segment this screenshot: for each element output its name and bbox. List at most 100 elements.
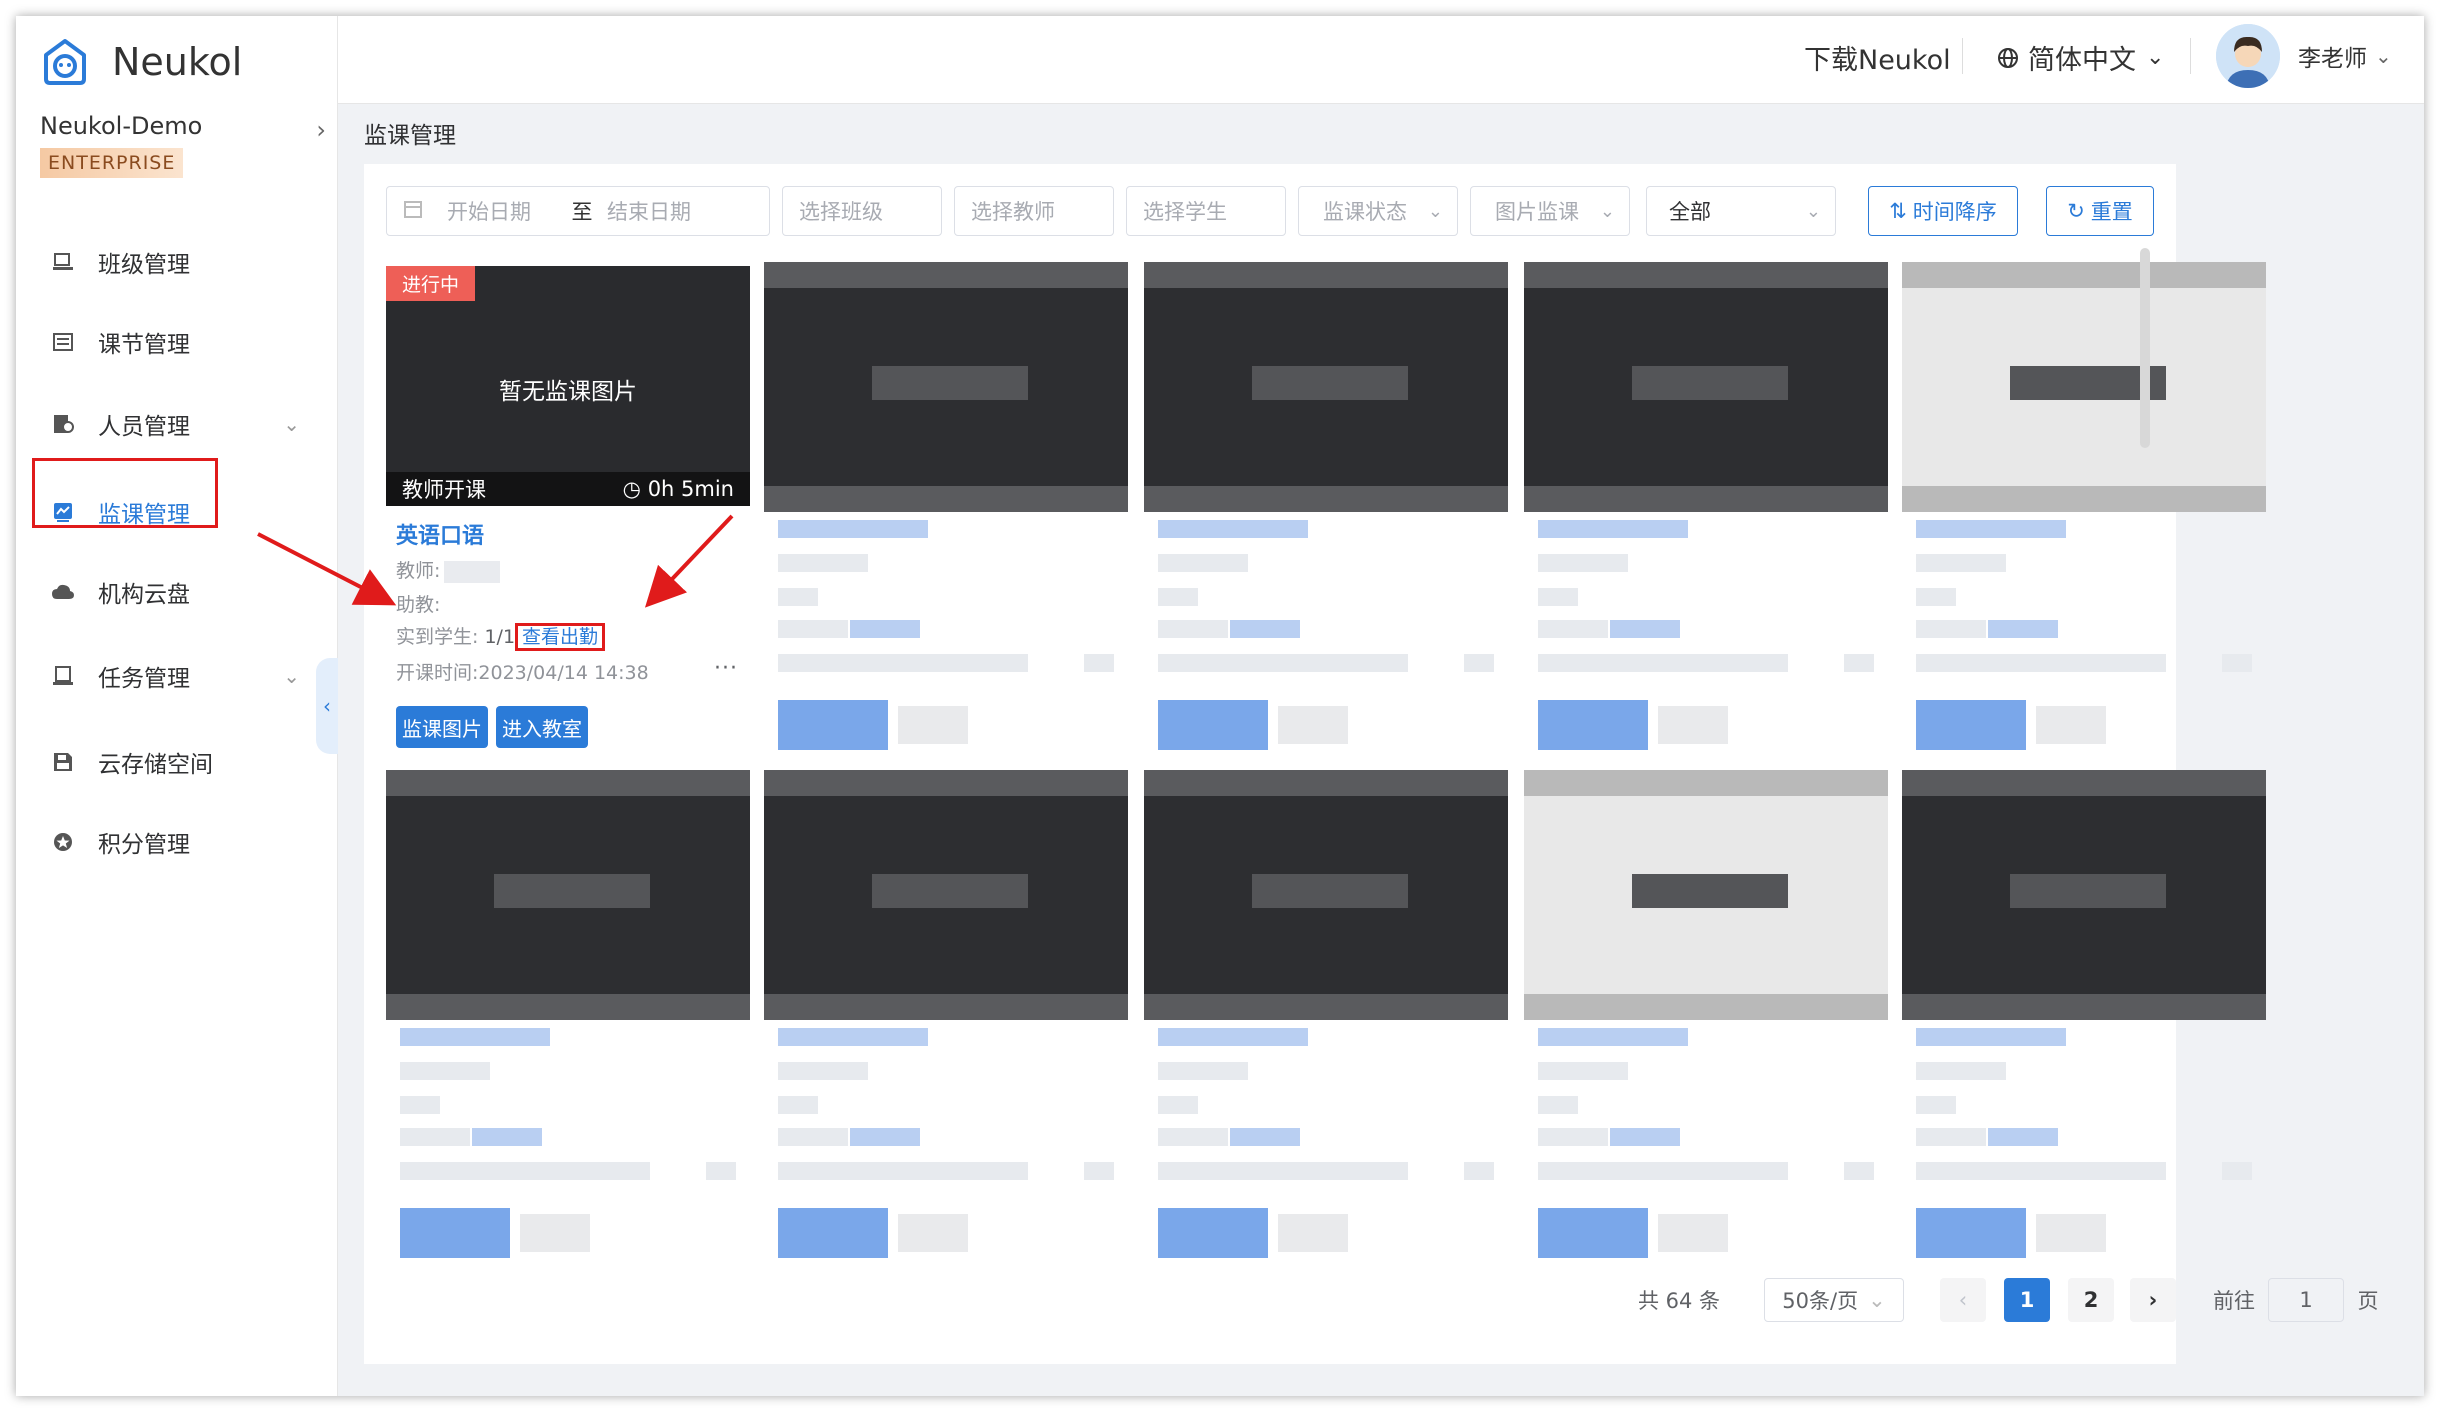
language-selector[interactable]: 简体中文 ⌄ xyxy=(1996,38,2164,77)
class-select-placeholder: 选择班级 xyxy=(799,200,883,224)
lesson-icon xyxy=(50,329,76,355)
blurred-lesson-card xyxy=(1524,262,1888,762)
blurred-lesson-card xyxy=(764,262,1128,762)
assistant-label: 助教: xyxy=(396,594,441,616)
blurred-lesson-card xyxy=(1144,262,1508,762)
avatar xyxy=(2216,24,2280,88)
app-name: Neukol xyxy=(112,40,243,84)
end-date-input[interactable]: 结束日期 xyxy=(607,196,691,226)
image-monitor-select[interactable]: 图片监课 ⌄ xyxy=(1470,186,1630,236)
sidebar-item-label: 人员管理 xyxy=(98,414,190,440)
teacher-select[interactable]: 选择教师 xyxy=(954,186,1114,236)
sidebar-item-task[interactable]: 任务管理 ⌄ xyxy=(16,646,336,706)
sidebar-item-label: 课节管理 xyxy=(98,332,190,358)
goto-label: 前往 xyxy=(2213,1289,2255,1313)
points-icon xyxy=(50,829,76,855)
sort-time-desc-button[interactable]: ⇅ 时间降序 xyxy=(1868,186,2018,236)
sidebar: Neukol Neukol-Demo › ENTERPRISE 班级管理 课节管… xyxy=(16,16,338,1396)
sort-button-label: 时间降序 xyxy=(1912,200,1997,224)
student-select[interactable]: 选择学生 xyxy=(1126,186,1286,236)
sidebar-item-storage[interactable]: 云存储空间 xyxy=(16,732,336,792)
goto-page-input[interactable]: 1 xyxy=(2268,1278,2344,1322)
monitor-images-button[interactable]: 监课图片 xyxy=(396,706,488,748)
divider xyxy=(1962,38,1963,74)
blurred-lesson-card xyxy=(1902,262,2266,762)
blurred-lesson-card xyxy=(386,770,750,1270)
blurred-lesson-card xyxy=(764,770,1128,1270)
sidebar-item-cloud[interactable]: 机构云盘 xyxy=(16,562,336,622)
sort-icon: ⇅ xyxy=(1889,199,1907,223)
page-title: 监课管理 xyxy=(364,123,456,149)
plan-badge: ENTERPRISE xyxy=(40,148,184,178)
view-attendance-link[interactable]: 查看出勤 xyxy=(515,623,606,651)
blurred-lesson-card xyxy=(1524,770,1888,1270)
start-date-input[interactable]: 开始日期 xyxy=(447,196,557,226)
chevron-right-icon: › xyxy=(316,116,326,144)
start-time-value: 2023/04/14 14:38 xyxy=(478,662,649,684)
sidebar-item-lesson[interactable]: 课节管理 xyxy=(16,312,336,372)
page-size-value: 50条/页 xyxy=(1782,1289,1859,1313)
page-1-button[interactable]: 1 xyxy=(2004,1278,2050,1322)
monitor-thumbnail[interactable]: 进行中 暂无监课图片 教师开课 ◷ 0h 5min xyxy=(386,266,750,506)
page-size-select[interactable]: 50条/页 ⌄ xyxy=(1764,1278,1904,1322)
annotation-highlight-box xyxy=(32,458,218,528)
chevron-left-icon: ‹ xyxy=(1958,1288,1968,1312)
reset-button-label: 重置 xyxy=(2090,200,2133,224)
sidebar-item-label: 云存储空间 xyxy=(98,752,213,778)
chevron-down-icon: ⌄ xyxy=(1599,200,1615,222)
class-select[interactable]: 选择班级 xyxy=(782,186,942,236)
org-name: Neukol-Demo xyxy=(40,112,203,140)
total-count: 共 64 条 xyxy=(1637,1289,1721,1313)
class-icon xyxy=(50,249,76,275)
chevron-down-icon: ⌄ xyxy=(1805,200,1821,222)
scope-select[interactable]: 全部 ⌄ xyxy=(1646,186,1836,236)
start-time-line: 开课时间:2023/04/14 14:38 xyxy=(396,658,649,685)
task-icon xyxy=(50,663,76,689)
page-2-button[interactable]: 2 xyxy=(2068,1278,2114,1322)
next-page-button[interactable]: › xyxy=(2130,1278,2176,1322)
storage-icon xyxy=(50,749,76,775)
teacher-line: 教师: xyxy=(396,556,501,583)
status-select-placeholder: 监课状态 xyxy=(1323,200,1407,224)
lesson-card: 进行中 暂无监课图片 教师开课 ◷ 0h 5min 英语口语 教师: 助教: 实… xyxy=(386,266,750,766)
image-monitor-placeholder: 图片监课 xyxy=(1495,200,1579,224)
sidebar-item-class[interactable]: 班级管理 xyxy=(16,232,336,292)
org-switcher[interactable]: Neukol-Demo › ENTERPRISE xyxy=(40,112,330,178)
globe-icon xyxy=(1998,47,2018,68)
sidebar-item-label: 积分管理 xyxy=(98,832,190,858)
page-suffix: 页 xyxy=(2357,1289,2379,1313)
chevron-down-icon: ⌄ xyxy=(1868,1288,1886,1312)
status-select[interactable]: 监课状态 ⌄ xyxy=(1298,186,1458,236)
duration-value: 0h 5min xyxy=(647,477,734,501)
thumbnail-footer: 教师开课 ◷ 0h 5min xyxy=(386,472,750,506)
sidebar-collapse-button[interactable]: ‹ xyxy=(316,658,338,754)
download-link[interactable]: 下载Neukol xyxy=(1804,38,1951,77)
teacher-select-placeholder: 选择教师 xyxy=(971,200,1055,224)
user-menu[interactable]: 李老师 ⌄ xyxy=(2216,24,2392,88)
sidebar-item-people[interactable]: 人员管理 ⌄ xyxy=(16,394,336,454)
cloud-icon xyxy=(50,579,76,605)
status-badge: 进行中 xyxy=(386,266,476,301)
top-header: 下载Neukol 简体中文 ⌄ 李老师 ⌄ xyxy=(338,16,2424,104)
calendar-icon xyxy=(403,199,423,224)
assistant-line: 助教: xyxy=(396,590,440,617)
monitor-panel: 开始日期 至 结束日期 选择班级 选择教师 选择学生 监课状态 ⌄ 图片监课 ⌄ 全… xyxy=(364,164,2266,1364)
blurred-lesson-card xyxy=(1902,770,2266,1270)
clock-icon: ◷ xyxy=(622,477,641,501)
enter-classroom-button[interactable]: 进入教室 xyxy=(496,706,588,748)
lesson-title[interactable]: 英语口语 xyxy=(396,518,484,550)
prev-page-button[interactable]: ‹ xyxy=(1940,1278,1986,1322)
more-options-icon[interactable]: ··· xyxy=(714,656,738,681)
students-line: 实到学生: 1/1 查看出勤 xyxy=(396,622,606,651)
reset-button[interactable]: ↻ 重置 xyxy=(2046,186,2154,236)
logo[interactable]: Neukol xyxy=(40,36,242,88)
divider xyxy=(2190,38,2191,74)
student-select-placeholder: 选择学生 xyxy=(1143,200,1227,224)
scrollbar[interactable] xyxy=(2140,248,2150,448)
user-name: 李老师 xyxy=(2298,46,2367,72)
chevron-down-icon: ⌄ xyxy=(2146,45,2165,70)
started-by-text: 教师开课 xyxy=(402,478,486,502)
sidebar-item-points[interactable]: 积分管理 xyxy=(16,812,336,872)
date-range-picker[interactable]: 开始日期 至 结束日期 xyxy=(386,186,770,236)
sidebar-item-label: 任务管理 xyxy=(98,666,190,692)
